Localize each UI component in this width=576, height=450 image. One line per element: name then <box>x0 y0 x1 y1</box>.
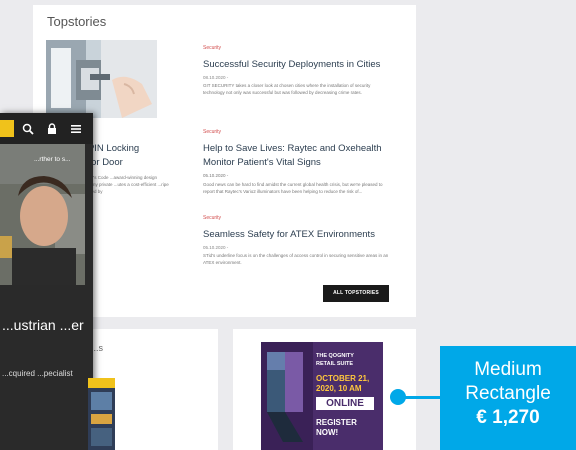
story-teaser: GIT SECURITY takes a closer look at chos… <box>203 83 371 95</box>
ad-line-1: THE QOGNITY <box>316 353 354 359</box>
video-teaser: ...cquired ...pecialist <box>2 369 73 378</box>
ad-online-badge: ONLINE <box>316 397 374 410</box>
story-date: 05.10.2020 - <box>203 245 229 250</box>
video-thumbnail[interactable]: ...rther to s... <box>0 144 85 285</box>
story-teaser: STid's underline focus is on the challen… <box>203 253 389 265</box>
story-headline[interactable]: Seamless Safety for ATEX Environments <box>203 228 393 242</box>
story-date: 08.10.2020 - <box>203 75 229 80</box>
callout-format-line1: Medium <box>474 359 542 380</box>
callout-marker-dot <box>390 389 406 405</box>
story-category[interactable]: Security <box>203 45 393 51</box>
lock-icon[interactable] <box>46 122 58 134</box>
callout-format-line2: Rectangle <box>465 383 551 404</box>
ad-date-2: 2020, 10 AM <box>316 384 362 393</box>
video-topbar: EN <box>0 113 93 144</box>
video-overlay-panel[interactable]: EN ...rther to s... ...ustrian ...er ...… <box>0 113 93 450</box>
topstory-image[interactable] <box>46 40 157 118</box>
all-topstories-button[interactable]: ALL TOPSTORIES <box>323 285 389 302</box>
ad-price-callout: Medium Rectangle € 1,270 <box>440 346 576 450</box>
story-teaser: Good news can be hard to find amidst the… <box>203 182 383 194</box>
story-item[interactable]: Security Successful Security Deployments… <box>203 45 393 96</box>
ad-register-2: NOW! <box>316 428 339 437</box>
story-headline[interactable]: Successful Security Deployments in Citie… <box>203 58 393 72</box>
story-headline[interactable]: Help to Save Lives: Raytec and Oxehealth… <box>203 142 393 170</box>
story-teaser: 05.10.2020 - <box>203 173 229 178</box>
video-caption: ...rther to s... <box>34 156 71 163</box>
topstories-title: Topstories <box>47 14 107 29</box>
ad-line-2: RETAIL SUITE <box>316 361 354 367</box>
story-category[interactable]: Security <box>203 215 393 221</box>
story-item[interactable]: Security Help to Save Lives: Raytec and … <box>203 129 393 195</box>
callout-price: € 1,270 <box>476 407 540 428</box>
ad-register-1: REGISTER <box>316 418 357 427</box>
story-item[interactable]: Security Seamless Safety for ATEX Enviro… <box>203 215 393 266</box>
search-icon[interactable] <box>22 122 34 135</box>
ad-date-1: OCTOBER 21, <box>316 374 370 383</box>
video-title[interactable]: ...ustrian ...er <box>2 315 92 335</box>
language-tab[interactable]: EN <box>0 120 14 137</box>
magazine-cover[interactable] <box>88 378 115 450</box>
story-category[interactable]: Security <box>203 129 393 135</box>
menu-icon[interactable] <box>70 122 82 134</box>
